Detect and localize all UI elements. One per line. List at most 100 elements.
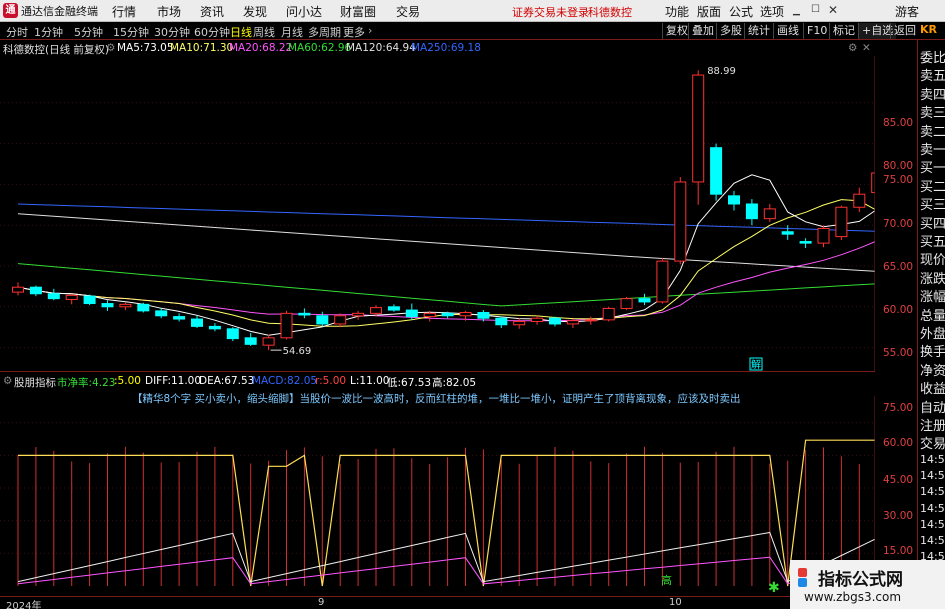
period-5min[interactable]: 5分钟 — [74, 24, 103, 40]
indicator-item: r:5.00 — [315, 375, 346, 387]
candle-body — [191, 318, 203, 327]
indicator-item-label: DEA: — [199, 375, 225, 387]
indicator-item-label: MACD: — [252, 375, 288, 387]
indicator-item-label: 高: — [432, 377, 447, 389]
button-f10[interactable]: F10 — [803, 23, 830, 39]
period-day[interactable]: 日线 — [230, 24, 252, 40]
close-icon[interactable]: ✕ — [828, 3, 838, 17]
period-15min[interactable]: 15分钟 — [113, 24, 149, 40]
close-panel-icon[interactable]: ✕ — [862, 42, 871, 54]
button-huaxian[interactable]: 画线 — [773, 23, 802, 39]
candle-body — [208, 325, 221, 330]
quote-label: 卖五 — [920, 69, 945, 85]
quote-label: 买一 — [920, 161, 945, 177]
chevron-right-icon[interactable]: › — [368, 24, 372, 37]
ma10-label: MA10: — [170, 42, 204, 54]
candle-body — [835, 206, 848, 238]
tag-label[interactable]: 解 — [751, 358, 761, 371]
candle-body — [549, 317, 561, 325]
period-month[interactable]: 月线 — [281, 24, 303, 40]
candle-body — [584, 319, 597, 322]
candle-body — [47, 293, 60, 300]
candle-body — [638, 298, 651, 303]
quote-label: 买四 — [920, 216, 945, 232]
period-30min[interactable]: 30分钟 — [154, 24, 190, 40]
button-duogu[interactable]: 多股 — [716, 23, 745, 39]
menu-gongneng[interactable]: 功能 — [665, 3, 689, 20]
candle-body — [745, 203, 758, 220]
indicator-item: MACD:82.05 — [252, 375, 317, 387]
button-back[interactable]: 返回 — [890, 23, 919, 39]
menu-shichang[interactable]: 市场 — [157, 3, 181, 20]
button-diejia[interactable]: 叠加 — [688, 23, 717, 39]
period-fenshi[interactable]: 分时 — [6, 24, 28, 40]
indicator-chart[interactable]: 高 ✱ — [0, 396, 875, 596]
candle-body — [226, 328, 239, 340]
user-label[interactable]: 游客 — [895, 3, 919, 20]
menu-jiaoyi[interactable]: 交易 — [396, 3, 420, 20]
period-week[interactable]: 周线 — [253, 24, 275, 40]
candlestick-chart[interactable]: 88.99 54.69 解 — [0, 56, 875, 371]
menu-wenxiaoda[interactable]: 问小达 — [286, 3, 322, 20]
indicator-item-label: 低: — [387, 377, 402, 389]
quote-panel-header[interactable]: KR — [918, 23, 945, 39]
quote-label: 收益 — [920, 382, 945, 398]
candle-body — [531, 317, 544, 322]
trade-login-notice[interactable]: 证券交易未登录 — [512, 4, 589, 20]
candle-body — [477, 312, 490, 319]
dea-line — [17, 556, 875, 585]
candle-body — [692, 74, 705, 183]
ma20-label: MA20: — [229, 42, 263, 54]
trade-time: 14:5 — [920, 501, 945, 515]
candle-body — [405, 309, 418, 318]
menu-gongshi[interactable]: 公式 — [729, 3, 753, 20]
ma60-label: MA60: — [288, 42, 322, 54]
menu-zixun[interactable]: 资讯 — [200, 3, 224, 20]
candle-body — [244, 337, 257, 345]
indicator-tick: 75.00 — [883, 402, 914, 414]
price-tick: 75.00 — [883, 174, 914, 186]
menu-faxian[interactable]: 发现 — [243, 3, 267, 20]
candle-body — [29, 286, 42, 295]
stock-title[interactable]: 科德数控(日线 前复权) — [3, 42, 109, 57]
period-multi[interactable]: 多周期 — [308, 24, 341, 40]
candle-body — [352, 312, 365, 317]
trade-time: 14:5 — [920, 517, 945, 531]
quote-label: 买二 — [920, 179, 945, 195]
quote-label: 卖三 — [920, 106, 945, 122]
ma10-legend: MA10:71.30 — [170, 42, 233, 54]
ma5-legend: MA5:73.05 — [117, 42, 174, 54]
indicator-item-label: L: — [350, 375, 360, 387]
period-more[interactable]: 更多 — [343, 24, 365, 40]
quote-label: 卖二 — [920, 124, 945, 140]
candle-body — [513, 320, 526, 326]
button-biaoji[interactable]: 标记 — [829, 23, 858, 39]
indicator-item-value: 5.00 — [322, 375, 347, 387]
period-60min[interactable]: 60分钟 — [194, 24, 230, 40]
indicator-name[interactable]: 股朋指标 — [14, 375, 56, 390]
settings-gear-icon-2[interactable]: ⚙ — [848, 42, 857, 54]
button-tongji[interactable]: 统计 — [744, 23, 773, 39]
candle-body — [763, 208, 776, 220]
quote-panel: KR 委比 卖五 卖四 卖三 卖二 卖一 买一 买二 买三 买四 买五 现价 涨跌 涨幅 总量 外盘 换手 净资收… — [917, 23, 945, 609]
settings-gear-icon[interactable]: ⚙ — [106, 42, 115, 54]
menu-xuanxiang[interactable]: 选项 — [760, 3, 784, 20]
indicator-item: 高:82.05 — [432, 375, 476, 390]
period-1min[interactable]: 1分钟 — [34, 24, 63, 40]
menu-hangqing[interactable]: 行情 — [112, 3, 136, 20]
ma120-line — [17, 213, 875, 272]
indicator-item-value: 5.00 — [117, 375, 141, 387]
button-fuquan[interactable]: 复权 — [662, 23, 691, 39]
price-tick: 70.00 — [883, 218, 914, 230]
menu-banmian[interactable]: 版面 — [697, 3, 721, 20]
candle-body — [334, 315, 347, 325]
maximize-icon[interactable]: ☐ — [811, 4, 820, 15]
star-marker-icon: ✱ — [768, 580, 780, 596]
settings-gear-icon-3[interactable]: ⚙ — [3, 375, 12, 387]
minimize-icon[interactable]: ▁ — [793, 6, 800, 16]
candle-body — [459, 312, 472, 317]
candle-body — [728, 195, 740, 205]
price-tick: 80.00 — [883, 160, 914, 172]
candle-body — [65, 294, 78, 300]
menu-caifuquan[interactable]: 财富圈 — [340, 3, 376, 20]
